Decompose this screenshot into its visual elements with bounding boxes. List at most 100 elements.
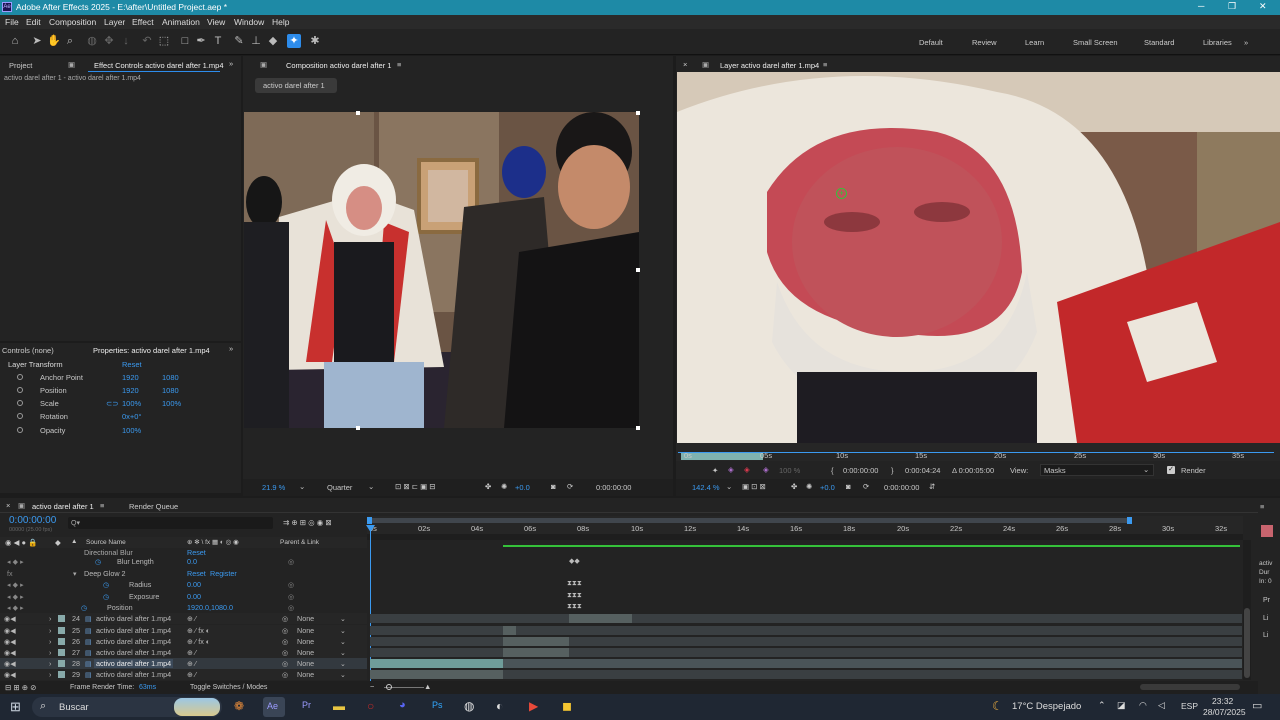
layer-bar[interactable] — [503, 626, 516, 635]
layer-name[interactable]: activo darel after 1.mp4 — [96, 637, 171, 646]
horizontal-scrollbar[interactable] — [1140, 684, 1240, 690]
app-icon[interactable]: ◐ — [496, 699, 503, 713]
label-color-swatch[interactable] — [58, 671, 65, 678]
expand-arrow-icon[interactable]: › — [49, 670, 51, 679]
panel-menu-icon[interactable]: ≡ — [823, 60, 827, 69]
stopwatch-icon[interactable]: ◷ — [81, 603, 87, 612]
set-in-icon[interactable]: { — [831, 466, 834, 475]
position-x-value[interactable]: 1920 — [122, 386, 139, 395]
snapshot-icon[interactable]: ◙ — [551, 482, 556, 491]
bounding-handle[interactable] — [636, 426, 640, 430]
hand-tool-icon[interactable]: ✋ — [47, 34, 61, 48]
layer-name[interactable]: activo darel after 1.mp4 — [96, 626, 171, 635]
panel-lock-icon[interactable]: ▣ — [702, 60, 709, 69]
work-area-range[interactable] — [367, 518, 1129, 523]
bounding-handle[interactable] — [356, 426, 360, 430]
expression-pick-icon[interactable]: ◎ — [288, 603, 294, 612]
label-color-swatch[interactable] — [58, 649, 65, 656]
layer-switches-icon[interactable]: ⊕ ⁄ — [187, 670, 196, 679]
fx-icon[interactable]: fx — [7, 569, 13, 578]
property-value[interactable]: 0.00 — [187, 592, 201, 601]
view-toggles-icon[interactable]: ▣ ⊡ ⊠ — [742, 482, 766, 491]
taskbar-search[interactable]: ⌕ Buscar — [32, 697, 222, 717]
tab-effect-controls[interactable]: Effect Controls activo darel after 1.mp4 — [94, 61, 224, 70]
resolution-select[interactable]: Quarter — [327, 483, 352, 492]
tab-timeline-comp[interactable]: activo darel after 1 — [32, 502, 94, 511]
menu-layer[interactable]: Layer — [104, 17, 125, 27]
weather-text[interactable]: 17°C Despejado — [1012, 701, 1081, 712]
tab-project[interactable]: Project — [9, 61, 32, 70]
effect-register[interactable]: Register — [210, 569, 237, 578]
rotation-value[interactable]: 0x+0° — [122, 412, 141, 421]
layer-row[interactable]: ◉◀ › 25 ▤ activo darel after 1.mp4 ⊕ ⁄ fx… — [0, 625, 367, 636]
out-point[interactable]: 0:00:04:24 — [905, 466, 940, 475]
menu-animation[interactable]: Animation — [162, 17, 200, 27]
layer-bar[interactable] — [503, 648, 569, 657]
parent-select[interactable]: None — [297, 614, 314, 623]
anchor-tool-icon[interactable]: ⬚ — [157, 34, 171, 48]
parent-pick-whip-icon[interactable]: ◎ — [282, 626, 288, 635]
layer-switches-icon[interactable]: ⊕ ⁄ — [187, 659, 196, 668]
layer-name[interactable]: activo darel after 1.mp4 — [94, 659, 174, 668]
visibility-icon[interactable]: ◉◀ — [4, 637, 16, 646]
alpha-icon[interactable]: ◈ — [763, 465, 769, 474]
layer-magnification[interactable]: 142.4 % — [692, 483, 720, 492]
label-color-swatch[interactable] — [58, 660, 65, 667]
set-out-icon[interactable]: } — [891, 466, 894, 475]
bounding-handle[interactable] — [636, 111, 640, 115]
stopwatch-icon[interactable] — [17, 387, 23, 393]
parent-select[interactable]: None — [297, 648, 314, 657]
keyframe-nav-icon[interactable]: ◂ ◆ ▸ — [7, 580, 24, 589]
stopwatch-icon[interactable]: ◷ — [95, 557, 101, 566]
notes-app-icon[interactable]: ◼ — [562, 699, 572, 713]
layer-row-selected[interactable]: ◉◀ › 28 ▤ activo darel after 1.mp4 ⊕ ⁄ ◎ … — [0, 658, 367, 669]
source-name-header[interactable]: Source Name — [86, 539, 126, 546]
roto-brush-tool-icon[interactable]: ✦ — [287, 34, 301, 48]
anchor-y-value[interactable]: 1080 — [162, 373, 179, 382]
snapshot-icon[interactable]: ◙ — [846, 482, 851, 491]
timeline-scrollbar[interactable] — [1243, 540, 1251, 680]
chevron-down-icon[interactable]: ⌄ — [368, 482, 374, 491]
discord-icon[interactable]: ◕ — [399, 699, 406, 711]
chevron-down-icon[interactable]: ⌄ — [340, 648, 346, 657]
parent-pick-whip-icon[interactable]: ◎ — [282, 614, 288, 623]
puppet-tool-icon[interactable]: ✱ — [308, 34, 322, 48]
copilot-icon[interactable]: ❁ — [234, 699, 244, 713]
bounding-handle[interactable] — [636, 268, 640, 272]
pan-tool-icon[interactable]: ✥ — [102, 34, 116, 48]
tray-app-icon[interactable]: ◪ — [1117, 700, 1126, 711]
visibility-icon[interactable]: ◉◀ — [4, 659, 16, 668]
layer-bar[interactable] — [503, 637, 569, 646]
workspace-standard[interactable]: Standard — [1144, 38, 1174, 47]
parent-pick-whip-icon[interactable]: ◎ — [282, 648, 288, 657]
zoom-tool-icon[interactable]: ⌕ — [63, 34, 77, 48]
chevron-down-icon[interactable]: ⌄ — [299, 482, 305, 491]
timeline-timecode[interactable]: 0:00:00:00 — [9, 515, 56, 526]
expression-pick-icon[interactable]: ◎ — [288, 580, 294, 589]
position-y-value[interactable]: 1080 — [162, 386, 179, 395]
work-area-bar[interactable] — [681, 452, 763, 460]
magnification-value[interactable]: 21.9 % — [262, 483, 285, 492]
parent-select[interactable]: None — [297, 637, 314, 646]
work-area-end-handle[interactable] — [1127, 517, 1132, 524]
stopwatch-icon[interactable] — [17, 374, 23, 380]
taskbar-active-app[interactable]: Ae — [263, 697, 285, 717]
panel-lock-icon[interactable]: ▣ — [68, 60, 75, 69]
menu-file[interactable]: File — [5, 17, 19, 27]
clock-time[interactable]: 23:32 — [1212, 696, 1233, 706]
chevron-down-icon[interactable]: ⌄ — [340, 670, 346, 679]
layer-switches-icon[interactable]: ⊕ ⁄ — [187, 614, 196, 623]
opacity-value[interactable]: 100% — [122, 426, 141, 435]
chevron-down-icon[interactable]: ⌄ — [726, 482, 732, 491]
expand-arrow-icon[interactable]: › — [49, 614, 51, 623]
notification-icon[interactable]: ▭ — [1252, 699, 1262, 712]
toggle-switches-modes[interactable]: Toggle Switches / Modes — [190, 684, 267, 691]
home-icon[interactable]: ⌂ — [8, 34, 22, 48]
windows-start-icon[interactable]: ⊞ — [10, 699, 21, 715]
panel-close-icon[interactable]: × — [683, 60, 687, 69]
language-indicator[interactable]: ESP — [1181, 701, 1198, 711]
label-color-swatch[interactable] — [58, 615, 65, 622]
rotate-tool-icon[interactable]: ↶ — [140, 34, 154, 48]
rectangle-tool-icon[interactable]: □ — [178, 34, 192, 48]
menu-help[interactable]: Help — [272, 17, 289, 27]
